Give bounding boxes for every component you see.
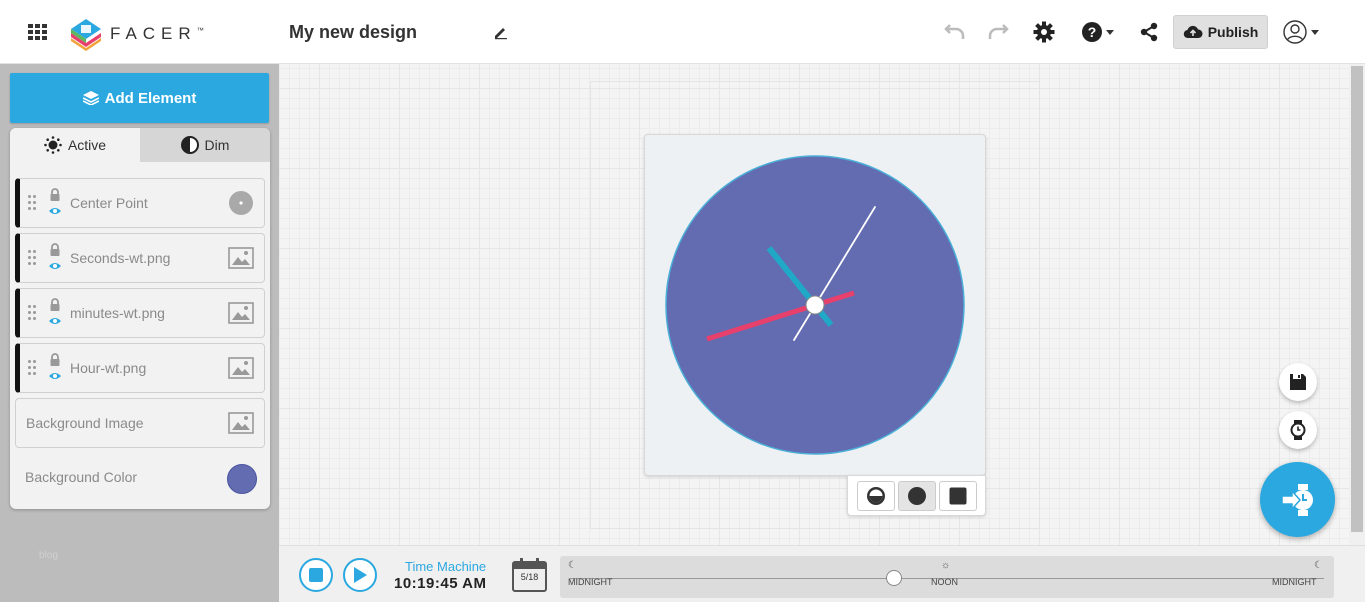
layers-sidebar: Add Element Active Dim Center Point Seco… xyxy=(0,64,279,602)
apps-grid-icon[interactable] xyxy=(28,24,48,40)
gear-icon[interactable] xyxy=(1032,20,1056,44)
half-filled-circle-icon xyxy=(866,486,885,505)
layers-panel: Active Dim Center Point Seconds-wt.png m… xyxy=(10,128,270,509)
svg-text:?: ? xyxy=(1087,24,1096,40)
layer-row[interactable]: Hour-wt.png xyxy=(15,343,265,393)
tab-dim[interactable]: Dim xyxy=(140,128,270,162)
mode-tabs: Active Dim xyxy=(10,128,270,162)
redo-icon[interactable] xyxy=(986,20,1010,44)
circle-dot-icon xyxy=(229,191,253,215)
timeline-slider[interactable]: ☾ ☼ ☾ MIDNIGHT NOON MIDNIGHT xyxy=(560,556,1334,598)
calendar-date-picker[interactable]: 5/18 xyxy=(512,558,547,592)
eye-visibility-icon[interactable] xyxy=(48,371,62,381)
play-button[interactable] xyxy=(343,558,377,592)
watch-preview-frame xyxy=(644,134,986,476)
account-menu[interactable] xyxy=(1283,20,1323,44)
background-color-swatch[interactable] xyxy=(227,464,257,494)
tab-active-label: Active xyxy=(67,137,107,153)
layer-row[interactable]: Seconds-wt.png xyxy=(15,233,265,283)
lock-icon[interactable] xyxy=(49,298,61,312)
layer-label: Hour-wt.png xyxy=(70,360,147,376)
drag-handle-icon[interactable] xyxy=(28,305,38,323)
lock-icon[interactable] xyxy=(49,243,61,257)
facer-logo-icon xyxy=(71,19,101,51)
add-element-button[interactable]: Add Element xyxy=(10,73,269,123)
undo-icon[interactable] xyxy=(943,20,967,44)
chevron-down-icon xyxy=(1105,29,1114,35)
layer-row[interactable]: Center Point xyxy=(15,178,265,228)
layer-label: minutes-wt.png xyxy=(70,305,165,321)
half-circle-contrast-icon xyxy=(180,136,199,154)
calendar-date: 5/18 xyxy=(520,572,539,582)
stop-button[interactable] xyxy=(299,558,333,592)
publish-button[interactable]: Publish xyxy=(1173,15,1268,49)
help-menu-icon[interactable]: ? xyxy=(1080,20,1114,44)
drag-handle-icon[interactable] xyxy=(28,250,38,268)
round-preview-shape-button[interactable] xyxy=(856,480,895,511)
save-button[interactable] xyxy=(1279,363,1317,401)
image-icon xyxy=(228,302,254,324)
layers-icon xyxy=(82,91,99,105)
timeline-knob[interactable] xyxy=(886,570,903,586)
watch-preview-button[interactable] xyxy=(1279,411,1317,449)
sync-to-watch-button[interactable] xyxy=(1260,462,1335,537)
image-icon xyxy=(228,357,254,379)
share-icon[interactable] xyxy=(1137,20,1161,44)
center-point[interactable] xyxy=(805,295,825,315)
time-machine-label: Time Machine xyxy=(405,559,487,574)
vertical-scrollbar[interactable] xyxy=(1349,64,1365,545)
facer-logo-text: FACER™ xyxy=(110,24,204,43)
image-icon xyxy=(228,247,254,269)
watch-shape-toggle xyxy=(847,475,986,516)
watch-face-preview[interactable] xyxy=(645,135,987,477)
eye-visibility-icon[interactable] xyxy=(48,261,62,271)
eye-visibility-icon[interactable] xyxy=(48,206,62,216)
watch-icon xyxy=(1290,420,1306,440)
tab-dim-label: Dim xyxy=(204,137,230,153)
drag-handle-icon[interactable] xyxy=(28,360,38,378)
layer-row[interactable]: minutes-wt.png xyxy=(15,288,265,338)
scrollbar-thumb[interactable] xyxy=(1351,66,1363,532)
background-image-row[interactable]: Background Image xyxy=(15,398,265,448)
add-element-label: Add Element xyxy=(104,89,197,107)
background-color-row[interactable]: Background Color xyxy=(15,458,265,498)
timeline-start-label: MIDNIGHT xyxy=(568,577,613,587)
filled-square-icon xyxy=(949,487,966,504)
design-canvas[interactable] xyxy=(279,64,1349,545)
drag-handle-icon[interactable] xyxy=(28,195,38,213)
moon-icon: ☾ xyxy=(568,560,577,571)
play-icon xyxy=(354,567,367,583)
stop-icon xyxy=(309,568,323,582)
round-shape-button[interactable] xyxy=(897,480,936,511)
background-color-label: Background Color xyxy=(25,469,138,485)
lock-icon[interactable] xyxy=(49,353,61,367)
layer-label: Center Point xyxy=(70,195,148,211)
filled-circle-icon xyxy=(907,486,926,505)
moon-icon: ☾ xyxy=(1314,560,1323,571)
floppy-disk-icon xyxy=(1290,374,1306,390)
chevron-down-icon xyxy=(1311,29,1319,35)
pencil-edit-icon[interactable] xyxy=(493,24,509,40)
current-time: 10:19:45 AM xyxy=(394,575,487,592)
send-to-watch-icon xyxy=(1280,483,1313,516)
background-image-label: Background Image xyxy=(26,415,144,431)
cloud-upload-icon xyxy=(1183,25,1203,39)
square-shape-button[interactable] xyxy=(938,480,977,511)
timeline-end-label: MIDNIGHT xyxy=(1272,577,1317,587)
blog-link[interactable]: blog xyxy=(39,550,58,561)
design-title[interactable]: My new design xyxy=(289,22,417,43)
layer-label: Seconds-wt.png xyxy=(70,250,171,266)
time-machine-bar: Time Machine 10:19:45 AM 5/18 ☾ ☼ ☾ MIDN… xyxy=(279,545,1365,602)
sun-icon xyxy=(44,136,62,154)
tab-active[interactable]: Active xyxy=(10,128,140,162)
eye-visibility-icon[interactable] xyxy=(48,316,62,326)
timeline-noon-label: NOON xyxy=(931,577,958,587)
sun-icon: ☼ xyxy=(941,560,951,571)
image-icon xyxy=(228,412,254,434)
publish-label: Publish xyxy=(1207,24,1259,40)
top-header: FACER™ My new design ? Publish xyxy=(0,0,1365,64)
user-avatar-icon xyxy=(1283,20,1307,44)
lock-icon[interactable] xyxy=(49,188,61,202)
